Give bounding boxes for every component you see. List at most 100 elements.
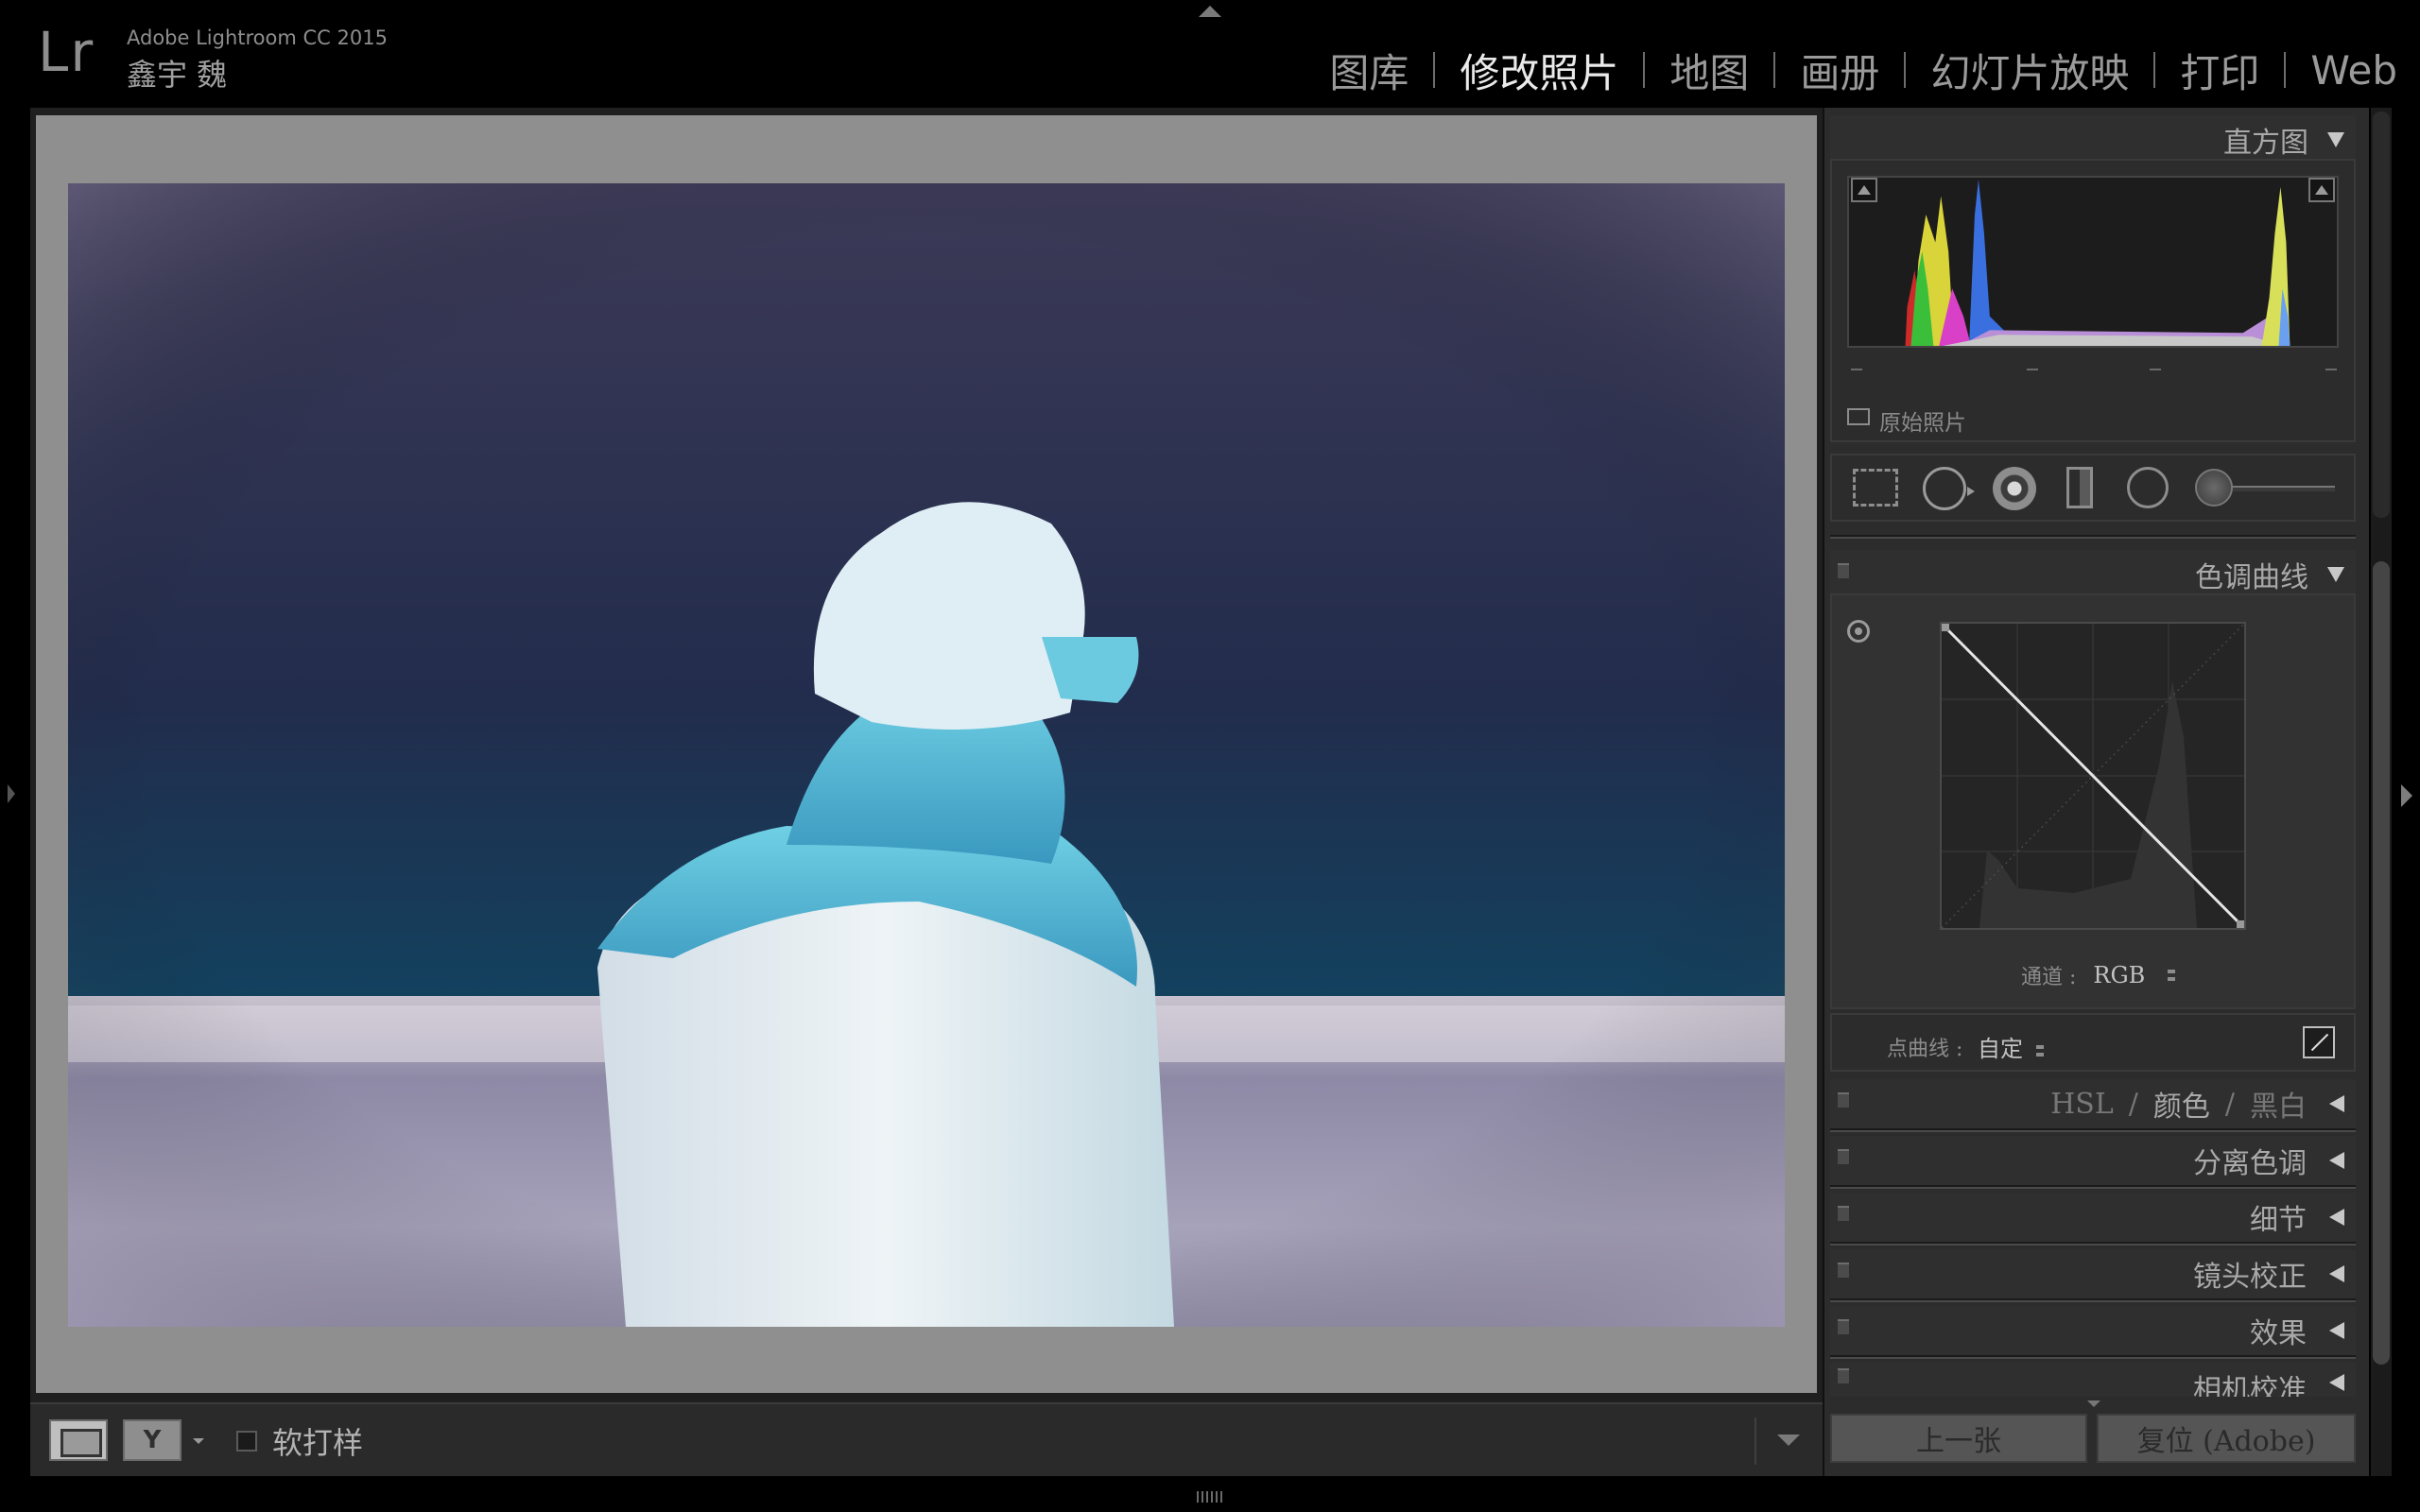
- detail-panel-header[interactable]: 细节: [1830, 1193, 2356, 1242]
- panel-switch-icon[interactable]: [1838, 1092, 1849, 1108]
- histogram-tick: [2325, 369, 2337, 370]
- color-tab[interactable]: 颜色: [2153, 1083, 2210, 1125]
- crop-overlay-icon[interactable]: [1853, 469, 1898, 507]
- collapse-top-panel-icon[interactable]: [1199, 6, 1221, 17]
- original-photo-checkbox[interactable]: [1847, 408, 1870, 425]
- histogram-tick: [2150, 369, 2161, 370]
- histogram-panel-title: 直方图: [2223, 127, 2308, 160]
- expand-triangle-icon: [2329, 1209, 2344, 1226]
- module-develop[interactable]: 修改照片: [1460, 42, 1618, 99]
- panel-divider: [1830, 535, 2356, 539]
- module-map[interactable]: 地图: [1669, 42, 1749, 99]
- toolbar-divider: [1754, 1418, 1756, 1465]
- module-picker: 图库 修改照片 地图 画册 幻灯片放映 打印 Web: [1329, 43, 2397, 96]
- expand-triangle-icon: [2329, 1374, 2344, 1391]
- graduated-filter-icon[interactable]: [2066, 467, 2093, 508]
- panel-switch-icon[interactable]: [1838, 563, 1849, 578]
- hsl-separator: /: [2128, 1087, 2138, 1121]
- split-toning-panel-title: 分离色调: [2193, 1147, 2307, 1180]
- red-eye-icon[interactable]: [1993, 467, 2036, 510]
- camera-calibration-panel-title: 相机校准: [2193, 1374, 2307, 1397]
- detail-panel-title: 细节: [2250, 1204, 2307, 1237]
- lens-correction-panel-title: 镜头校正: [2193, 1261, 2307, 1294]
- module-slideshow[interactable]: 幻灯片放映: [1930, 42, 2129, 99]
- panel-divider: [1830, 1298, 2356, 1302]
- module-separator: [1643, 52, 1646, 88]
- stepper-arrows-icon: [2168, 969, 2176, 982]
- hsl-tab[interactable]: HSL: [2050, 1088, 2114, 1121]
- adjustment-brush-track: [2221, 486, 2335, 491]
- module-separator: [1904, 52, 1907, 88]
- point-curve-value: 自定: [1978, 1036, 2023, 1062]
- stepper-arrows-icon: [2035, 1043, 2044, 1057]
- expand-triangle-icon: [2329, 1322, 2344, 1339]
- histogram-tick: [1851, 369, 1862, 370]
- panel-switch-icon[interactable]: [1838, 1368, 1849, 1383]
- chevron-down-icon[interactable]: [193, 1438, 204, 1444]
- hsl-separator: /: [2224, 1087, 2235, 1121]
- module-separator: [2153, 52, 2156, 88]
- hsl-panel-header[interactable]: HSL / 颜色 / 黑白: [1830, 1079, 2356, 1128]
- channel-selector[interactable]: 通道 : RGB: [2021, 960, 2176, 990]
- panel-divider: [1830, 1128, 2356, 1132]
- loupe-view-button[interactable]: [49, 1419, 108, 1461]
- histogram-tick: [2027, 369, 2038, 370]
- panel-divider: [1830, 1242, 2356, 1246]
- shadow-clipping-icon[interactable]: [1851, 178, 1877, 202]
- module-book[interactable]: 画册: [1800, 42, 1879, 99]
- histogram-graph[interactable]: [1847, 176, 2339, 348]
- tone-curve-panel-title: 色调曲线: [2195, 561, 2308, 594]
- product-name: Adobe Lightroom CC 2015: [127, 26, 388, 49]
- split-toning-panel-header[interactable]: 分离色调: [1830, 1136, 2356, 1185]
- module-separator: [1773, 52, 1776, 88]
- radial-filter-icon[interactable]: [2127, 467, 2169, 508]
- bw-tab[interactable]: 黑白: [2250, 1083, 2307, 1125]
- panel-divider: [1830, 1185, 2356, 1189]
- previous-settings-button[interactable]: 上一张: [1830, 1414, 2087, 1463]
- point-curve-label: 点曲线 :: [1887, 1038, 1963, 1061]
- softproof-checkbox[interactable]: [236, 1431, 257, 1452]
- panel-scrollbar-thumb[interactable]: [2373, 561, 2390, 1365]
- reset-button[interactable]: 复位 (Adobe): [2097, 1414, 2356, 1463]
- edit-point-curve-icon[interactable]: [2303, 1026, 2335, 1058]
- softproof-label: 软打样: [272, 1425, 364, 1461]
- adjustment-brush-icon[interactable]: [2195, 469, 2233, 507]
- filmstrip-grip-icon[interactable]: [1197, 1491, 1223, 1503]
- lens-correction-panel-header[interactable]: 镜头校正: [1830, 1249, 2356, 1298]
- lightroom-logo: Lr: [38, 20, 95, 84]
- before-after-view-button[interactable]: Y: [123, 1419, 182, 1461]
- panel-switch-icon[interactable]: [1838, 1206, 1849, 1221]
- expand-triangle-icon: [2329, 1265, 2344, 1282]
- expand-triangle-icon: [2329, 1095, 2344, 1112]
- highlight-clipping-icon[interactable]: [2308, 178, 2335, 202]
- tone-curve-graph[interactable]: [1940, 622, 2246, 930]
- module-library[interactable]: 图库: [1329, 42, 1409, 99]
- channel-label: 通道 :: [2021, 966, 2077, 989]
- module-separator: [2284, 52, 2287, 88]
- point-curve-select[interactable]: 自定: [1978, 1030, 2044, 1063]
- tone-curve-panel-header[interactable]: 色调曲线: [1830, 550, 2356, 599]
- collapse-triangle-icon: [2327, 132, 2344, 147]
- panel-end-marker-icon: [2087, 1400, 2100, 1407]
- module-print[interactable]: 打印: [2180, 42, 2259, 99]
- histogram-panel-header[interactable]: 直方图: [1830, 115, 2356, 164]
- module-web[interactable]: Web: [2310, 47, 2397, 94]
- channel-value[interactable]: RGB: [2093, 962, 2145, 988]
- top-bar: Lr Adobe Lightroom CC 2015 鑫宇 魏 图库 修改照片 …: [0, 0, 2420, 110]
- expand-triangle-icon: [2329, 1152, 2344, 1169]
- panel-switch-icon[interactable]: [1838, 1263, 1849, 1278]
- panel-switch-icon[interactable]: [1838, 1319, 1849, 1334]
- panel-scrollbar-track: [2373, 112, 2390, 518]
- spot-removal-icon[interactable]: [1923, 467, 1975, 510]
- effects-panel-header[interactable]: 效果: [1830, 1306, 2356, 1355]
- bottom-toolbar: Y 软打样: [30, 1402, 1823, 1476]
- targeted-adjustment-icon[interactable]: [1847, 620, 1870, 643]
- panel-switch-icon[interactable]: [1838, 1149, 1849, 1164]
- original-photo-label: 原始照片: [1879, 411, 1966, 436]
- collapse-right-panel-icon[interactable]: [2401, 784, 2412, 807]
- photo-preview[interactable]: [68, 183, 1785, 1327]
- effects-panel-title: 效果: [2250, 1317, 2307, 1350]
- camera-calibration-panel-header[interactable]: 相机校准: [1830, 1363, 2356, 1397]
- expand-left-panel-icon[interactable]: [8, 784, 15, 803]
- toolbar-menu-icon[interactable]: [1777, 1435, 1800, 1446]
